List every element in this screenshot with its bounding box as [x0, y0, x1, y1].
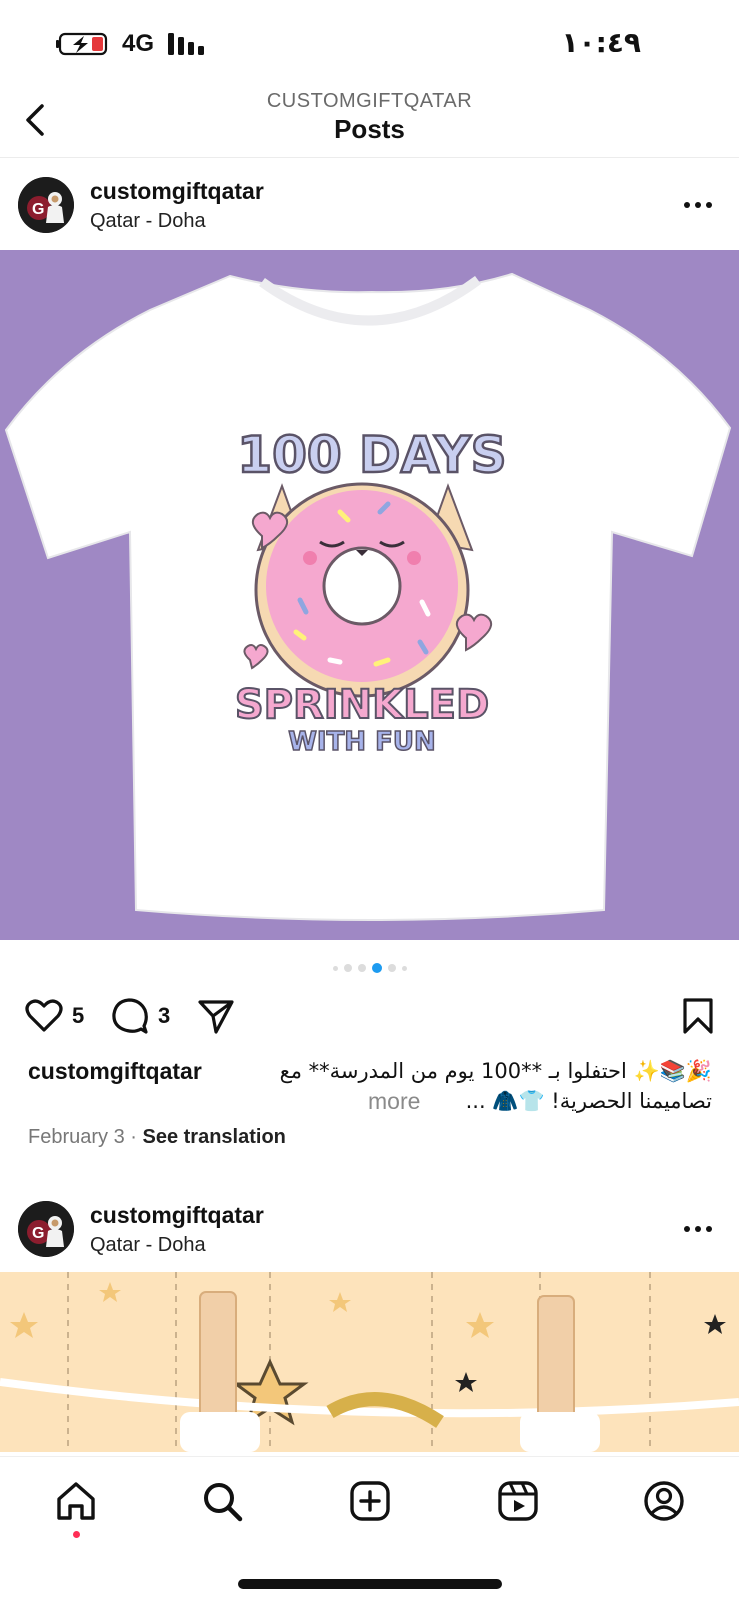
account-name: CUSTOMGIFTQATAR: [266, 90, 473, 112]
comment-button[interactable]: 3: [110, 996, 170, 1036]
tshirt-graphic: 100 DAYS SPRINKLED WITH FUN: [4, 272, 732, 921]
network-type: 4G: [122, 30, 155, 57]
more-options-icon[interactable]: [683, 200, 713, 210]
caption-text-line1: 🎉📚✨ احتفلوا بـ **100 يوم من المدرسة** مع: [279, 1059, 712, 1083]
brand-logo-icon: G: [18, 177, 74, 233]
post-meta: February 3 · See translation: [28, 1126, 286, 1149]
save-button[interactable]: [678, 996, 718, 1036]
svg-text:G: G: [32, 1225, 44, 1242]
page-header: CUSTOMGIFTQATAR Posts: [0, 88, 739, 158]
shirt-text-line1: 100 DAYS: [237, 426, 506, 484]
home-icon[interactable]: [54, 1479, 98, 1523]
notification-dot: [73, 1531, 80, 1538]
carousel-indicator: [0, 962, 739, 974]
svg-text:G: G: [32, 201, 44, 218]
brand-logo-icon: G: [18, 1201, 74, 1257]
share-icon: [198, 1000, 234, 1034]
clothesline-graphic: [0, 1272, 739, 1452]
share-button[interactable]: [196, 996, 236, 1036]
carousel-dot: [343, 964, 352, 972]
post-username[interactable]: customgiftqatar: [90, 1202, 264, 1229]
carousel-dot: [357, 964, 366, 972]
profile-icon[interactable]: [642, 1479, 686, 1523]
caption-text-line2: تصاميمنا الحصرية! 👕🧥 ...: [465, 1089, 712, 1113]
more-options-icon[interactable]: [683, 1224, 713, 1234]
search-icon[interactable]: [200, 1479, 244, 1523]
post-image[interactable]: 100 DAYS SPRINKLED WITH FUN: [0, 250, 739, 940]
comment-icon: [112, 998, 148, 1034]
clock: ١٠:٤٩: [561, 26, 641, 59]
post-date: February 3: [28, 1126, 125, 1148]
post-location[interactable]: Qatar - Doha: [90, 1234, 206, 1257]
carousel-dot: [387, 964, 396, 972]
comment-count: 3: [158, 1003, 171, 1028]
bookmark-icon: [683, 998, 713, 1034]
status-bar: 4G ١٠:٤٩: [0, 0, 739, 88]
post-header: G customgiftqatar Qatar - Doha: [0, 1184, 739, 1272]
reels-icon[interactable]: [496, 1479, 540, 1523]
like-button[interactable]: 5: [24, 996, 84, 1036]
post-username[interactable]: customgiftqatar: [90, 178, 264, 205]
like-count: 5: [72, 1003, 85, 1028]
meta-separator: ·: [130, 1126, 143, 1148]
battery-icon: [56, 32, 108, 56]
caption-more-link[interactable]: more: [368, 1086, 420, 1116]
caption-username[interactable]: customgiftqatar: [28, 1056, 202, 1086]
home-indicator: [238, 1579, 502, 1589]
shirt-text-line3: WITH FUN: [288, 727, 436, 757]
avatar[interactable]: G: [18, 177, 74, 233]
heart-icon: [25, 999, 63, 1032]
post-location[interactable]: Qatar - Doha: [90, 210, 206, 233]
bottom-nav: [0, 1456, 739, 1600]
carousel-dot: [401, 965, 407, 971]
post-actions: 5 3: [0, 990, 739, 1040]
post-header: G customgiftqatar Qatar - Doha: [0, 160, 739, 248]
post-image[interactable]: [0, 1272, 739, 1452]
page-title: Posts: [334, 114, 405, 144]
carousel-dot: [332, 965, 338, 971]
carousel-dot-active: [371, 963, 382, 973]
shirt-text-line2: SPRINKLED: [235, 682, 489, 728]
avatar[interactable]: G: [18, 1201, 74, 1257]
create-icon[interactable]: [348, 1479, 392, 1523]
signal-icon: [168, 33, 204, 55]
see-translation-link[interactable]: See translation: [143, 1126, 286, 1148]
